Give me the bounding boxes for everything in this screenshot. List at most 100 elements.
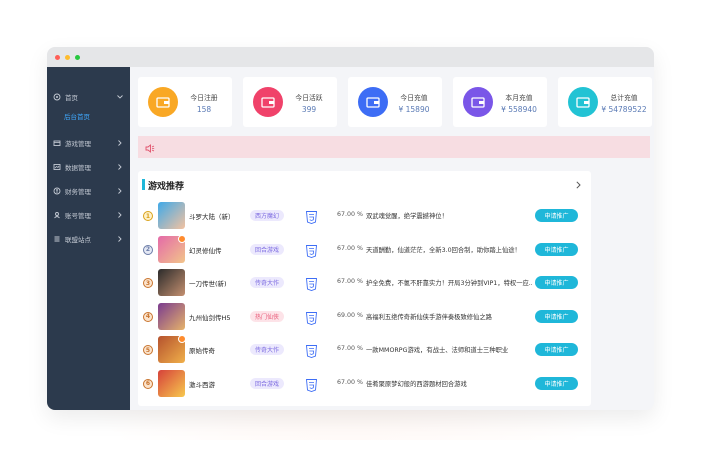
- finance-icon: [53, 187, 61, 195]
- game-name[interactable]: 激斗西游: [189, 379, 215, 389]
- stats-row: 今日注册 158 今日活跃 399 今日充值 ¥ 15890 本月充值 ¥ 55…: [138, 77, 652, 127]
- stat-value: 399: [301, 105, 317, 114]
- main-content: 今日注册 158 今日活跃 399 今日充值 ¥ 15890 本月充值 ¥ 55…: [130, 67, 654, 410]
- share-percent: 67.00 %: [337, 244, 364, 252]
- sidebar-item-label: 联盟站点: [65, 236, 91, 244]
- html5-icon: [306, 243, 317, 258]
- sidebar-item-home[interactable]: 首页: [47, 85, 130, 109]
- window-titlebar: [47, 47, 654, 67]
- apply-promotion-button[interactable]: 申请推广: [535, 276, 578, 289]
- game-description: 护全免费，不氪不肝靠实力！开局3分钟到VIP1，特权一应...: [366, 280, 532, 287]
- game-description: 双武魂觉醒，绝学震撼神位！: [366, 213, 448, 220]
- game-description: 一款MMORPG游戏，有战士、法师和道士三种职业: [366, 347, 509, 354]
- game-thumbnail[interactable]: [158, 269, 185, 296]
- share-percent: 67.00 %: [337, 278, 364, 285]
- panel-header: 游戏推荐: [138, 171, 591, 199]
- table-row: 2 幻灵修仙传 回合游戏 67.00 % 天道酬勤，仙道茫茫，全新3.0回合制，助你踏上…: [138, 233, 591, 267]
- game-name[interactable]: 一刀传世(新): [189, 278, 227, 288]
- sidebar: 首页 后台首页 游戏管理 数据管理 财务管理 账号管理 联盟站点: [47, 67, 130, 410]
- stat-label: 今日注册: [190, 94, 218, 102]
- app-window: 首页 后台首页 游戏管理 数据管理 财务管理 账号管理 联盟站点 今日注册 15…: [47, 47, 654, 410]
- game-name[interactable]: 原始传奇: [189, 345, 215, 355]
- apply-promotion-button[interactable]: 申请推广: [535, 343, 578, 356]
- chart-icon: [53, 163, 61, 171]
- game-thumbnail[interactable]: [158, 369, 185, 397]
- stat-card-month-recharge[interactable]: 本月充值 ¥ 558940: [453, 77, 547, 127]
- share-percent: 67.00 %: [337, 345, 364, 352]
- game-tag: 传奇大作: [250, 344, 285, 355]
- rank-badge: 6: [143, 378, 153, 389]
- sidebar-item-account[interactable]: 账号管理: [47, 203, 130, 227]
- stat-label: 总计充值: [610, 94, 638, 102]
- stat-value: 158: [196, 105, 212, 114]
- game-recommend-panel: 游戏推荐 1 斗罗大陆（新） 西方魔幻 67.00 % 双武魂觉醒，绝学震撼神位！ 申请推…: [138, 171, 591, 406]
- table-row: 3 一刀传世(新) 传奇大作 67.00 % 护全免费，不氪不肝靠实力！开局3分钟到VI…: [138, 266, 591, 300]
- game-name[interactable]: 斗罗大陆（新）: [189, 211, 235, 221]
- game-thumbnail[interactable]: [158, 302, 185, 330]
- apply-promotion-button[interactable]: 申请推广: [535, 376, 578, 390]
- apply-promotion-button[interactable]: 申请推广: [535, 209, 578, 222]
- sidebar-item-finance[interactable]: 财务管理: [47, 179, 130, 203]
- sidebar-subitem-dashboard[interactable]: 后台首页: [47, 109, 130, 123]
- share-percent: 69.00 %: [337, 311, 364, 319]
- stat-label: 本月充值: [505, 94, 533, 102]
- stat-card-total-recharge[interactable]: 总计充值 ¥ 54789522: [558, 77, 652, 127]
- game-description: 佳肴聚原梦幻般的西游题材回合游戏: [366, 380, 467, 388]
- game-thumbnail[interactable]: [158, 202, 185, 229]
- hot-badge-icon: [178, 336, 185, 343]
- game-tag: 回合游戏: [250, 377, 285, 389]
- account-icon: [53, 211, 61, 219]
- html5-icon: [306, 209, 317, 224]
- html5-icon: [306, 343, 317, 358]
- stat-value: ¥ 15890: [398, 105, 430, 114]
- html5-icon: [306, 377, 317, 392]
- chevron-right-icon[interactable]: [573, 180, 583, 190]
- stat-value: ¥ 558940: [501, 105, 537, 114]
- game-name[interactable]: 九州仙剑传H5: [189, 312, 231, 322]
- link-icon: [53, 235, 61, 243]
- notice-bar[interactable]: [138, 136, 650, 158]
- game-thumbnail[interactable]: [158, 235, 185, 263]
- html5-icon: [306, 310, 317, 325]
- close-dot[interactable]: [55, 54, 60, 60]
- stat-value: ¥ 54789522: [601, 105, 647, 114]
- share-percent: 67.00 %: [337, 211, 364, 218]
- sidebar-item-alliance[interactable]: 联盟站点: [47, 227, 130, 251]
- chevron-right-icon: [116, 139, 124, 147]
- sidebar-item-label: 游戏管理: [65, 140, 91, 148]
- gamepad-icon: [53, 139, 61, 147]
- sidebar-item-label: 首页: [65, 94, 78, 102]
- chevron-down-icon[interactable]: [116, 93, 124, 101]
- rank-badge: 4: [143, 311, 153, 322]
- apply-promotion-button[interactable]: 申请推广: [535, 309, 578, 323]
- stat-card-today-recharge[interactable]: 今日充值 ¥ 15890: [348, 77, 442, 127]
- rank-badge: 1: [143, 211, 153, 221]
- game-name[interactable]: 幻灵修仙传: [189, 245, 222, 255]
- game-tag: 传奇大作: [250, 277, 285, 288]
- rank-badge: 3: [143, 278, 153, 288]
- game-thumbnail[interactable]: [158, 336, 185, 363]
- game-description: 高福利五绝传奇新仙侠手游伴奏极致修仙之路: [366, 313, 492, 321]
- sidebar-item-games[interactable]: 游戏管理: [47, 131, 130, 155]
- sidebar-item-data[interactable]: 数据管理: [47, 155, 130, 179]
- table-row: 6 激斗西游 回合游戏 67.00 % 佳肴聚原梦幻般的西游题材回合游戏 申请推广: [138, 367, 591, 401]
- minimize-dot[interactable]: [65, 54, 70, 60]
- chevron-right-icon: [116, 211, 124, 219]
- sidebar-item-label: 财务管理: [65, 188, 91, 196]
- stat-label: 今日充值: [400, 94, 428, 102]
- home-icon: [53, 93, 61, 101]
- share-percent: 67.00 %: [337, 378, 364, 386]
- chevron-right-icon: [116, 235, 124, 243]
- game-tag: 回合游戏: [250, 243, 285, 255]
- maximize-dot[interactable]: [75, 54, 80, 60]
- panel-title: 游戏推荐: [148, 182, 185, 192]
- stat-card-today-register[interactable]: 今日注册 158: [138, 77, 232, 127]
- wallet-icon: [568, 87, 598, 117]
- stat-card-today-active[interactable]: 今日活跃 399: [243, 77, 337, 127]
- apply-promotion-button[interactable]: 申请推广: [535, 242, 578, 256]
- table-row: 1 斗罗大陆（新） 西方魔幻 67.00 % 双武魂觉醒，绝学震撼神位！ 申请推广: [138, 199, 591, 233]
- rank-badge: 2: [143, 244, 153, 255]
- game-tag: 热门仙侠: [250, 310, 285, 322]
- wallet-icon: [463, 87, 493, 117]
- game-tag: 西方魔幻: [250, 210, 285, 221]
